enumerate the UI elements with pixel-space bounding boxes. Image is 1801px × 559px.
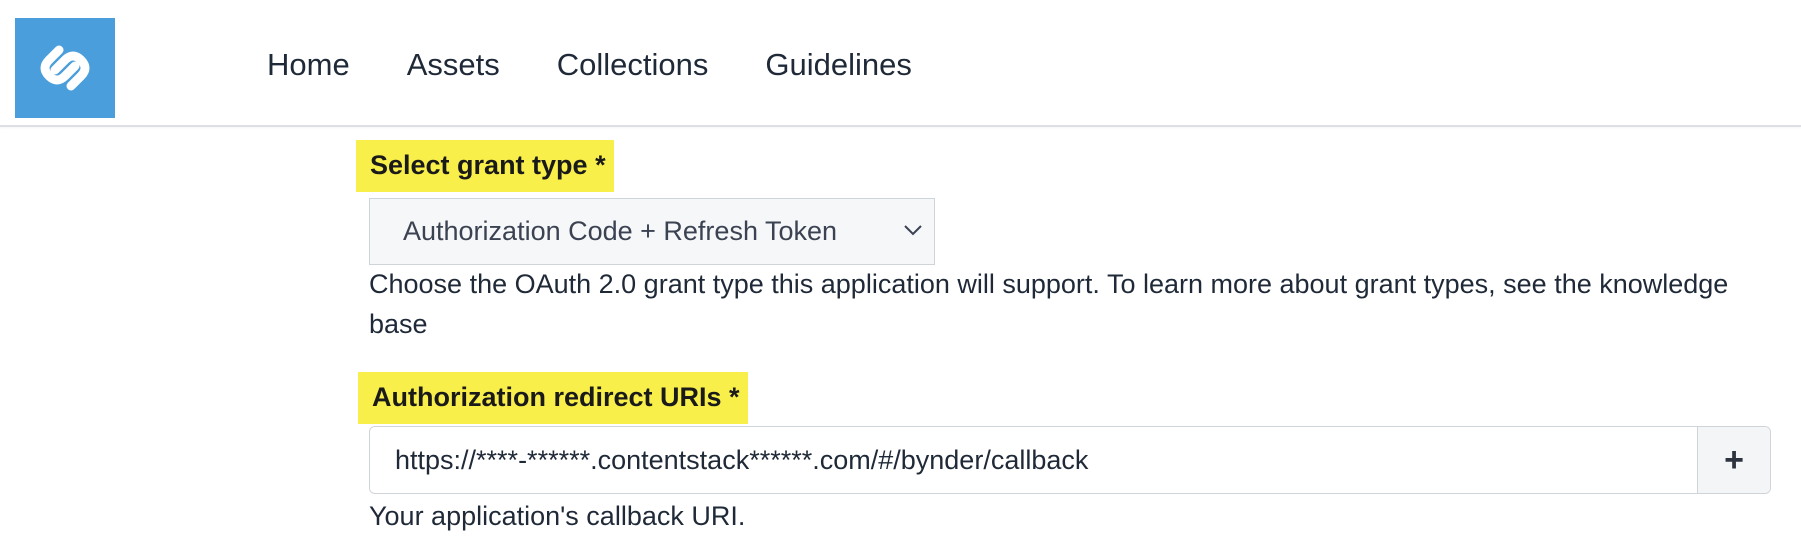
add-redirect-uri-button[interactable]: +: [1697, 427, 1770, 493]
oauth-app-form: Select grant type * Authorization Code +…: [356, 140, 1776, 531]
redirect-uri-input[interactable]: [370, 427, 1697, 493]
grant-type-label: Select grant type *: [356, 140, 614, 192]
nav-guidelines[interactable]: Guidelines: [765, 45, 911, 85]
chevron-down-icon: [904, 225, 922, 236]
grant-type-selected-value: Authorization Code + Refresh Token: [403, 216, 838, 246]
redirect-uri-help-text: Your application's callback URI.: [369, 501, 746, 531]
bynder-logo-icon: [40, 45, 90, 91]
nav-home[interactable]: Home: [267, 45, 350, 85]
grant-type-help-text: Choose the OAuth 2.0 grant type this app…: [369, 269, 1729, 339]
nav-collections[interactable]: Collections: [557, 45, 709, 85]
brand-logo[interactable]: [15, 18, 115, 118]
main-nav: Home Assets Collections Guidelines: [267, 45, 969, 85]
redirect-uri-input-group: +: [369, 426, 1771, 494]
nav-assets[interactable]: Assets: [407, 45, 500, 85]
top-navigation-bar: Home Assets Collections Guidelines: [0, 0, 1801, 127]
redirect-uris-label: Authorization redirect URIs *: [358, 372, 748, 424]
grant-type-select[interactable]: Authorization Code + Refresh Token: [369, 198, 935, 265]
